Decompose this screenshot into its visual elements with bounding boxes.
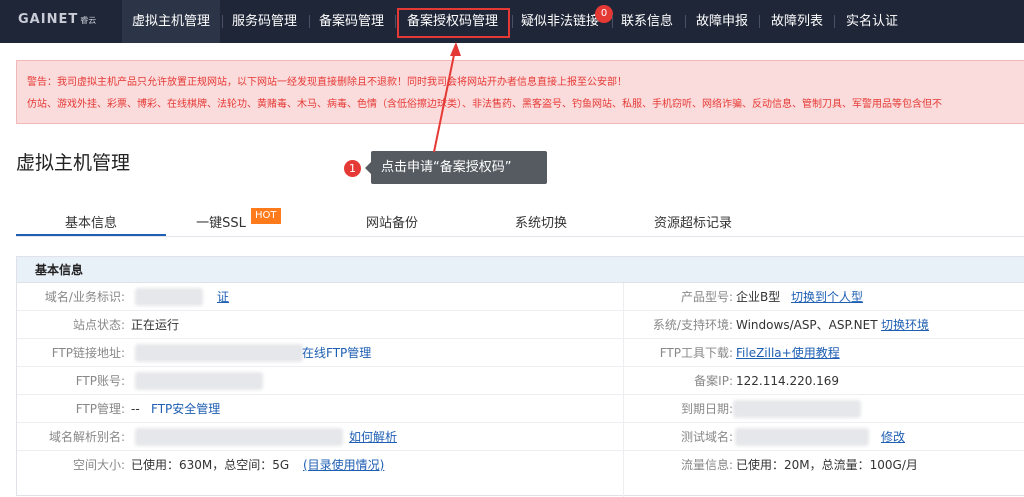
basic-info-section: 基本信息 域名/业务标识: 证 产品型号: 企业B型 切换到个人型 站点状态: …	[16, 256, 1024, 497]
nav-divider	[512, 15, 513, 28]
product-model-value: 企业B型	[736, 290, 781, 304]
modify-link[interactable]: 修改	[881, 423, 905, 451]
info-row: FTP链接地址: 在线FTP管理 FTP工具下载: FileZilla+使用教程	[17, 339, 1024, 367]
tab-one-click-ssl[interactable]: 一键SSL	[196, 212, 246, 236]
warning-line-1: 警告：我司虚拟主机产品只允许放置正规网站，以下网站一经发现直接删除且不退款！同时…	[27, 77, 627, 88]
nav-item-real-name[interactable]: 实名认证	[846, 0, 898, 43]
redacted-value	[135, 288, 203, 306]
nav-divider	[612, 15, 613, 28]
warning-line-2: 仿站、游戏外挂、彩票、博彩、在线棋牌、法轮功、黄赌毒、木马、病毒、色情（含低俗擦…	[27, 99, 942, 110]
traffic-label: 流量信息:	[680, 458, 733, 472]
hot-badge: HOT	[251, 208, 281, 224]
info-row: FTP管理: -- FTP安全管理 到期日期:	[17, 395, 1024, 423]
redacted-value	[733, 400, 861, 418]
switch-personal-link[interactable]: 切换到个人型	[791, 283, 863, 311]
tabs-divider	[16, 236, 1024, 237]
nav-divider	[309, 15, 310, 28]
how-to-resolve-link[interactable]: 如何解析	[349, 423, 397, 451]
domain-label: 域名/业务标识:	[44, 290, 125, 304]
nav-item-virtual-host[interactable]: 虚拟主机管理	[122, 0, 221, 43]
step-number-badge: 1	[344, 160, 361, 177]
warning-banner: 警告：我司虚拟主机产品只允许放置正规网站，以下网站一经发现直接删除且不退款！同时…	[16, 60, 1024, 124]
ftp-tool-label: FTP工具下载:	[659, 346, 733, 360]
space-size-value: 已使用：630M，总空间：5G	[131, 458, 290, 472]
redacted-value	[135, 372, 263, 390]
nav-item-fault-report[interactable]: 故障申报	[696, 0, 748, 43]
info-row: 域名/业务标识: 证 产品型号: 企业B型 切换到个人型	[17, 283, 1024, 311]
nav-divider	[222, 15, 223, 28]
nav-item-suspicious-links[interactable]: 疑似非法链接	[521, 0, 599, 43]
switch-env-link[interactable]: 切换环境	[881, 311, 929, 339]
product-model-label: 产品型号:	[680, 290, 733, 304]
tab-site-backup[interactable]: 网站备份	[362, 212, 422, 236]
redacted-value	[135, 344, 303, 362]
top-nav: GAINET 睿云 虚拟主机管理 服务码管理 备案码管理 备案授权码管理 疑似非法…	[0, 0, 1024, 43]
info-row: 空间大小: 已使用：630M，总空间：5G (目录使用情况) 流量信息: 已使用…	[17, 451, 1024, 479]
ftp-security-link[interactable]: FTP安全管理	[151, 395, 220, 423]
dns-alias-label: 域名解析别名:	[48, 430, 125, 444]
system-env-value: Windows/ASP、ASP.NET	[736, 318, 878, 332]
callout-tooltip: 点击申请“备案授权码”	[365, 151, 547, 184]
online-ftp-link[interactable]: 在线FTP管理	[302, 339, 371, 367]
test-domain-label: 测试域名:	[680, 430, 733, 444]
expiry-date-label: 到期日期:	[680, 402, 733, 416]
info-row: FTP账号: 备案IP: 122.114.220.169	[17, 367, 1024, 395]
space-size-label: 空间大小:	[72, 458, 125, 472]
nav-divider	[834, 15, 835, 28]
section-title: 基本信息	[17, 257, 1024, 283]
nav-item-filing-code[interactable]: 备案码管理	[319, 0, 384, 43]
nav-divider	[685, 15, 686, 28]
tab-system-switch[interactable]: 系统切换	[511, 212, 571, 236]
dir-usage-link[interactable]: (目录使用情况)	[303, 451, 384, 479]
nav-item-fault-list[interactable]: 故障列表	[771, 0, 823, 43]
ftp-manage-value: --	[131, 402, 140, 416]
redacted-value	[135, 428, 343, 446]
ftp-address-label: FTP链接地址:	[51, 346, 125, 360]
ftp-account-label: FTP账号:	[75, 374, 125, 388]
nav-item-contact-info[interactable]: 联系信息	[621, 0, 673, 43]
filing-ip-value: 122.114.220.169	[736, 374, 840, 388]
notification-badge: 0	[595, 5, 613, 23]
filing-ip-label: 备案IP:	[694, 374, 733, 388]
logo-text: GAINET	[18, 12, 79, 27]
site-status-label: 站点状态:	[72, 318, 125, 332]
system-env-label: 系统/支持环境:	[652, 318, 733, 332]
info-row: 域名解析别名: 如何解析 测试域名: 修改	[17, 423, 1024, 451]
logo-sub: 睿云	[80, 16, 97, 25]
redacted-value	[735, 428, 869, 446]
nav-item-service-code[interactable]: 服务码管理	[232, 0, 297, 43]
traffic-value: 已使用：20M，总流量：100G/月	[736, 458, 918, 472]
nav-divider	[395, 15, 396, 28]
nav-item-filing-auth-code[interactable]: 备案授权码管理	[407, 0, 498, 43]
page-title: 虚拟主机管理	[16, 152, 131, 174]
filezilla-link[interactable]: FileZilla+使用教程	[736, 339, 840, 367]
tab-basic-info[interactable]: 基本信息	[16, 212, 166, 236]
tab-resource-overuse[interactable]: 资源超标记录	[648, 212, 738, 236]
site-status-value: 正在运行	[131, 318, 180, 332]
info-row: 站点状态: 正在运行 系统/支持环境: Windows/ASP、ASP.NET …	[17, 311, 1024, 339]
ftp-manage-label: FTP管理:	[75, 402, 125, 416]
nav-divider	[759, 15, 760, 28]
domain-link[interactable]: 证	[217, 283, 229, 311]
brand-logo[interactable]: GAINET 睿云	[18, 12, 96, 27]
